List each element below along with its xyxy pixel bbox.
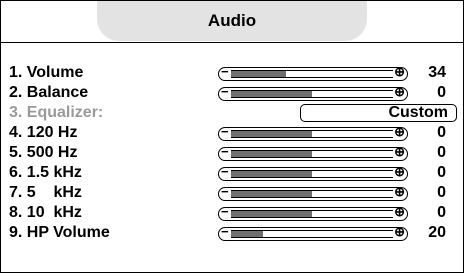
slider-track — [231, 150, 393, 158]
menu-row-hp-volume[interactable]: 9. HP Volume − ⊕ 20 — [1, 223, 463, 243]
menu-row-volume[interactable]: 1. Volume − ⊕ 34 — [1, 63, 463, 83]
minus-icon: − — [221, 224, 229, 239]
slider-track — [231, 130, 393, 138]
menu-row-value: 0 — [437, 164, 446, 181]
menu-row-500hz[interactable]: 5. 500 Hz − ⊕ 0 — [1, 143, 463, 163]
plus-icon: ⊕ — [394, 204, 405, 219]
slider-fill — [231, 131, 312, 137]
slider-track — [231, 170, 393, 178]
eq-10khz-slider[interactable]: − ⊕ — [218, 204, 408, 221]
menu-row-balance[interactable]: 2. Balance − ⊕ 0 — [1, 83, 463, 103]
menu-row-label: 6. 1.5 kHz — [9, 164, 82, 181]
menu-row-value: 20 — [428, 224, 446, 241]
slider-fill — [231, 211, 312, 217]
plus-icon: ⊕ — [394, 144, 405, 159]
menu-row-value: 0 — [437, 184, 446, 201]
minus-icon: − — [221, 144, 229, 159]
slider-fill — [231, 231, 264, 237]
audio-menu-screen: Audio 1. Volume − ⊕ 34 2. Balance − ⊕ 0 … — [0, 0, 464, 273]
menu-row-label: 8. 10 kHz — [9, 204, 82, 221]
menu-row-label: 9. HP Volume — [9, 224, 110, 241]
menu-row-5khz[interactable]: 7. 5 kHz − ⊕ 0 — [1, 183, 463, 203]
hp-volume-slider[interactable]: − ⊕ — [218, 224, 408, 241]
slider-track — [231, 190, 393, 198]
menu-title: Audio — [97, 1, 367, 41]
minus-icon: − — [221, 64, 229, 79]
menu-row-label: 5. 500 Hz — [9, 144, 78, 161]
menu-row-10khz[interactable]: 8. 10 kHz − ⊕ 0 — [1, 203, 463, 223]
plus-icon: ⊕ — [394, 124, 405, 139]
balance-slider[interactable]: − ⊕ — [218, 84, 408, 101]
menu-row-equalizer[interactable]: 3. Equalizer: Custom — [1, 103, 463, 123]
menu-row-label: 7. 5 kHz — [9, 184, 82, 201]
slider-fill — [231, 151, 312, 157]
plus-icon: ⊕ — [394, 84, 405, 99]
eq-1-5khz-slider[interactable]: − ⊕ — [218, 164, 408, 181]
menu-row-120hz[interactable]: 4. 120 Hz − ⊕ 0 — [1, 123, 463, 143]
slider-track — [231, 70, 393, 78]
volume-slider[interactable]: − ⊕ — [218, 64, 408, 81]
menu-row-value: 0 — [437, 84, 446, 101]
minus-icon: − — [221, 164, 229, 179]
minus-icon: − — [221, 204, 229, 219]
slider-track — [231, 230, 393, 238]
eq-500hz-slider[interactable]: − ⊕ — [218, 144, 408, 161]
slider-fill — [231, 71, 287, 77]
menu-row-1-5khz[interactable]: 6. 1.5 kHz − ⊕ 0 — [1, 163, 463, 183]
menu-row-value: 34 — [428, 64, 446, 81]
plus-icon: ⊕ — [394, 224, 405, 239]
slider-fill — [231, 171, 312, 177]
menu-row-label: 3. Equalizer: — [9, 104, 104, 121]
title-divider — [1, 42, 463, 43]
eq-120hz-slider[interactable]: − ⊕ — [218, 124, 408, 141]
plus-icon: ⊕ — [394, 184, 405, 199]
minus-icon: − — [221, 184, 229, 199]
plus-icon: ⊕ — [394, 64, 405, 79]
slider-track — [231, 210, 393, 218]
slider-fill — [231, 91, 312, 97]
minus-icon: − — [221, 84, 229, 99]
menu-row-label: 4. 120 Hz — [9, 124, 78, 141]
equalizer-select[interactable]: Custom — [300, 104, 457, 122]
plus-icon: ⊕ — [394, 164, 405, 179]
slider-track — [231, 90, 393, 98]
menu-row-value: 0 — [437, 144, 446, 161]
menu-row-label: 2. Balance — [9, 84, 89, 101]
eq-5khz-slider[interactable]: − ⊕ — [218, 184, 408, 201]
menu-row-value: 0 — [437, 204, 446, 221]
menu-row-label: 1. Volume — [9, 64, 84, 81]
menu-row-value: 0 — [437, 124, 446, 141]
slider-fill — [231, 191, 312, 197]
minus-icon: − — [221, 124, 229, 139]
